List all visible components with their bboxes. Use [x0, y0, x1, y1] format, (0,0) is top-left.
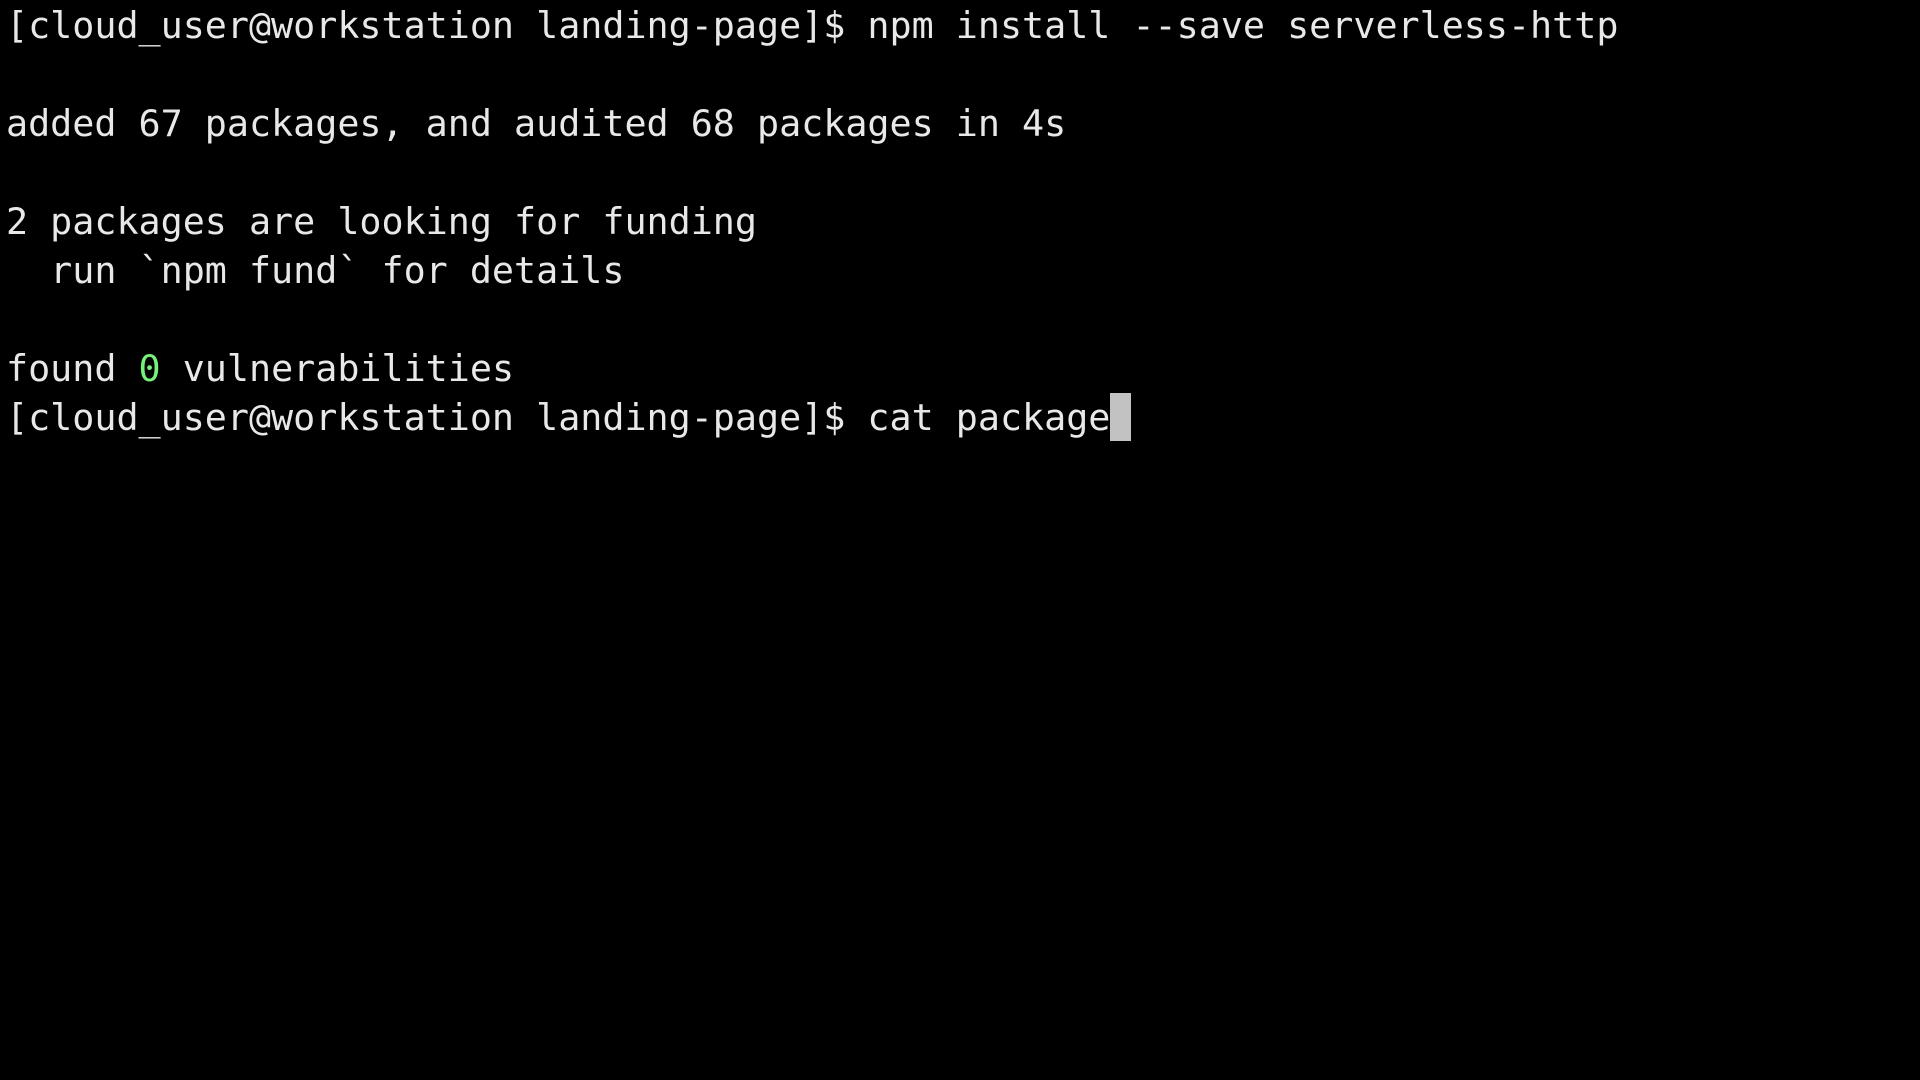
vulnerabilities-suffix: vulnerabilities — [160, 347, 515, 390]
text-cursor — [1110, 393, 1132, 441]
found-prefix: found — [6, 347, 139, 390]
terminal-window[interactable]: [cloud_user@workstation landing-page]$ n… — [0, 0, 1920, 1080]
terminal-line-5: 2 packages are looking for funding — [6, 200, 757, 243]
terminal-line-9[interactable]: [cloud_user@workstation landing-page]$ c… — [6, 393, 1618, 442]
shell-prompt: [cloud_user@workstation landing-page]$ — [6, 396, 868, 439]
terminal-line-1: [cloud_user@workstation landing-page]$ n… — [6, 1, 1618, 50]
command-input[interactable]: cat package — [867, 396, 1110, 439]
shell-prompt: [cloud_user@workstation landing-page]$ — [6, 4, 868, 47]
command-text: npm install --save serverless-http — [867, 4, 1619, 47]
terminal-line-3: added 67 packages, and audited 68 packag… — [6, 102, 1067, 145]
terminal-line-8: found 0 vulnerabilities — [6, 344, 1618, 393]
terminal-line-6: run `npm fund` for details — [6, 249, 625, 292]
terminal-output: [cloud_user@workstation landing-page]$ n… — [6, 1, 1618, 442]
vulnerability-count: 0 — [138, 347, 161, 390]
